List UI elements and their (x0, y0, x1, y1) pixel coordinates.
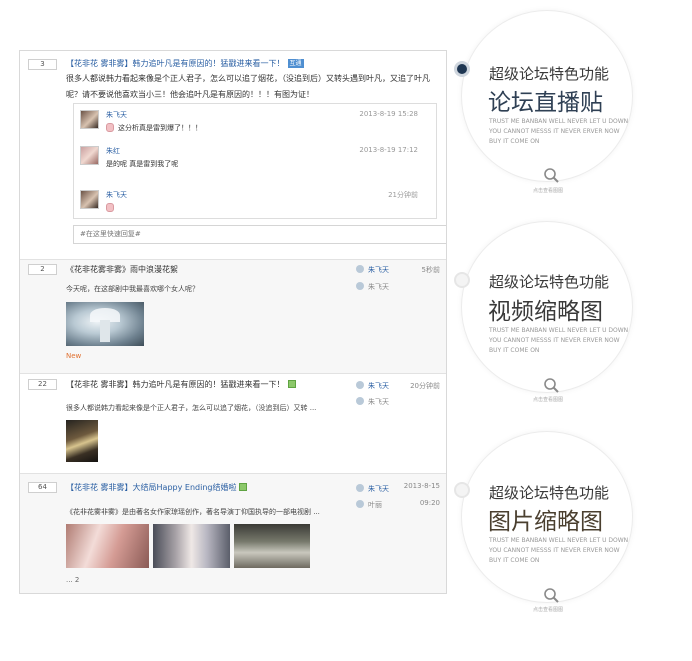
user-icon (356, 381, 364, 389)
thread-body: 很多人都说韩力看起来像是个正人君子，怎么可以追了烟花，（没追到后）又转头遇到叶凡… (66, 74, 430, 99)
thread-title-prefix[interactable]: 【花非花 雾非雾】 (66, 59, 133, 68)
feature-hint: 点击查看图图 (532, 607, 563, 613)
thread-title-main[interactable]: 大结局Happy Ending结婚啦 (133, 483, 237, 492)
reply-item: 朱飞天 2013-8-19 15:28 这分析真是雷到爆了！！！ (74, 104, 436, 144)
reply-author[interactable]: 朱飞天 (106, 110, 127, 120)
thread-title[interactable]: 《花非花雾非雾》雨中浪漫花絮 (66, 264, 178, 275)
thread-time-clock: 09:20 (419, 499, 440, 507)
thread-title-main[interactable]: 韩力追叶凡是有原因的！猛戳进来看一下！ (133, 59, 285, 68)
feature-indicator-dot[interactable] (454, 61, 470, 77)
thread-tag-badge: 互通 (287, 59, 304, 68)
thread-title-prefix[interactable]: 【花非花 雾非雾】 (66, 483, 133, 492)
user-icon (356, 397, 364, 405)
reply-time: 2013-8-19 15:28 (359, 110, 418, 118)
image-thumbnail[interactable] (153, 524, 230, 568)
reply-author[interactable]: 朱飞天 (106, 190, 127, 200)
thread-title[interactable]: 【花非花 雾非雾】大结局Happy Ending结婚啦 (66, 482, 248, 493)
feature-description: TRUST ME BANBAN WELL NEVER LET U DOWN YO… (489, 537, 629, 564)
reply-text: 是的呢 真是雷到我了呢 (106, 160, 179, 168)
feature-hint: 点击查看图图 (532, 188, 563, 194)
reply-text-row (106, 203, 118, 212)
thread-subtitle: 今天呢，在这部剧中我最喜欢哪个女人呢？ (66, 285, 199, 293)
feature-title: 超级论坛特色功能 (489, 484, 610, 502)
feature-hint: 点击查看图图 (532, 397, 563, 403)
feature-heading: 论坛直播贴 (488, 90, 603, 116)
video-thumbnail[interactable] (66, 302, 144, 346)
thread-title-text[interactable]: 【花非花 雾非雾】韩力追叶凡是有原因的！猛戳进来看一下！ (66, 380, 285, 389)
search-icon[interactable] (542, 587, 562, 603)
thread-time: 2013-8-15 (403, 482, 440, 490)
feature-description: TRUST ME BANBAN WELL NEVER LET U DOWN YO… (489, 327, 629, 354)
feature-circle-image[interactable]: 超级论坛特色功能 图片缩略图 TRUST ME BANBAN WELL NEVE… (454, 431, 633, 613)
reply-author[interactable]: 朱红 (106, 146, 120, 156)
feature-circle-live[interactable]: 超级论坛特色功能 论坛直播贴 TRUST ME BANBAN WELL NEVE… (454, 10, 633, 194)
new-badge: New (66, 352, 82, 360)
reply-time: 21分钟前 (388, 191, 418, 199)
thread-title[interactable]: 【花非花 雾非雾】韩力追叶凡是有原因的！猛戳进来看一下！ (66, 379, 296, 390)
picture-icon (287, 380, 296, 388)
quick-reply-input[interactable]: #在这里快速回复# (73, 225, 446, 244)
feature-title: 超级论坛特色功能 (489, 65, 610, 83)
thread-title[interactable]: 【花非花 雾非雾】韩力追叶凡是有原因的！猛戳进来看一下！ 互通 (66, 58, 304, 69)
figure-shape (100, 320, 110, 342)
feature-heading: 视频缩略图 (488, 299, 603, 325)
last-reply-user[interactable]: 叶丽 (368, 501, 382, 509)
emoji-icon (106, 123, 114, 132)
reply-text: 这分析真是雷到爆了！！！ (118, 124, 202, 132)
forum-thread-list: 3 【花非花 雾非雾】韩力追叶凡是有原因的！猛戳进来看一下！ 互通 很多人都说韩力… (19, 50, 447, 594)
reply-count: 64 (28, 482, 57, 493)
feature-circle-video[interactable]: 超级论坛特色功能 视频缩略图 TRUST ME BANBAN WELL NEVE… (454, 221, 633, 403)
feature-indicator-dot[interactable] (454, 482, 470, 498)
thread-author[interactable]: 朱飞天 (368, 485, 389, 493)
last-reply-row: 朱飞天 (356, 397, 389, 407)
emoji-icon (106, 203, 114, 212)
reply-item: 朱红 2013-8-19 17:12 是的呢 真是雷到我了呢 (74, 140, 436, 178)
image-thumbnail[interactable] (66, 420, 98, 462)
image-thumbnail[interactable] (66, 524, 149, 568)
thread-item-video[interactable]: 2 《花非花雾非雾》雨中浪漫花絮 朱飞天 5秒前 朱飞天 今天呢，在这部剧中我最… (20, 259, 446, 373)
user-icon (356, 500, 364, 508)
search-icon[interactable] (542, 377, 562, 393)
thread-time: 20分钟前 (410, 382, 440, 390)
feature-title: 超级论坛特色功能 (489, 273, 610, 291)
thread-item-live[interactable]: 3 【花非花 雾非雾】韩力追叶凡是有原因的！猛戳进来看一下！ 互通 很多人都说韩力… (20, 51, 446, 259)
avatar[interactable] (80, 146, 99, 165)
last-reply-row: 朱飞天 (356, 282, 389, 292)
picture-icon (239, 483, 248, 491)
avatar[interactable] (80, 190, 99, 209)
reply-count: 3 (28, 59, 57, 70)
reply-list: 朱飞天 2013-8-19 15:28 这分析真是雷到爆了！！！ 朱红 2013… (73, 103, 437, 219)
thread-author-row: 朱飞天 (356, 265, 389, 275)
user-icon (356, 282, 364, 290)
reply-item: 朱飞天 21分钟前 (74, 178, 436, 218)
thread-author-row: 朱飞天 (356, 484, 389, 494)
avatar[interactable] (80, 110, 99, 129)
reply-count: 2 (28, 264, 57, 275)
thread-subtitle: 很多人都说韩力看起来像是个正人君子，怎么可以追了烟花，（没追到后）又转 ... (66, 404, 317, 412)
reply-count: 22 (28, 379, 57, 390)
thread-time: 5秒前 (421, 266, 440, 274)
user-icon (356, 265, 364, 273)
user-icon (356, 484, 364, 492)
feature-heading: 图片缩略图 (488, 509, 603, 535)
more-pages[interactable]: ... 2 (66, 576, 79, 584)
last-reply-user[interactable]: 朱飞天 (368, 398, 389, 406)
thread-subtitle: 《花非花雾非雾》是由著名女作家琼瑶创作，著名导演丁仰国执导的一部电视剧 ... (66, 508, 320, 516)
thread-author-row: 朱飞天 (356, 381, 389, 391)
thread-author[interactable]: 朱飞天 (368, 266, 389, 274)
feature-description: TRUST ME BANBAN WELL NEVER LET U DOWN YO… (489, 118, 629, 145)
thread-item-image[interactable]: 22 【花非花 雾非雾】韩力追叶凡是有原因的！猛戳进来看一下！ 朱飞天 20分钟… (20, 373, 446, 473)
image-thumbnail[interactable] (234, 524, 310, 568)
thread-item-gallery[interactable]: 64 【花非花 雾非雾】大结局Happy Ending结婚啦 朱飞天 2013-… (20, 473, 446, 593)
last-reply-row: 叶丽 (356, 500, 382, 510)
last-reply-user[interactable]: 朱飞天 (368, 283, 389, 291)
thread-author[interactable]: 朱飞天 (368, 382, 389, 390)
reply-text-row: 这分析真是雷到爆了！！！ (106, 123, 202, 133)
reply-time: 2013-8-19 17:12 (359, 146, 418, 154)
search-icon[interactable] (542, 167, 562, 183)
feature-indicator-dot[interactable] (454, 272, 470, 288)
